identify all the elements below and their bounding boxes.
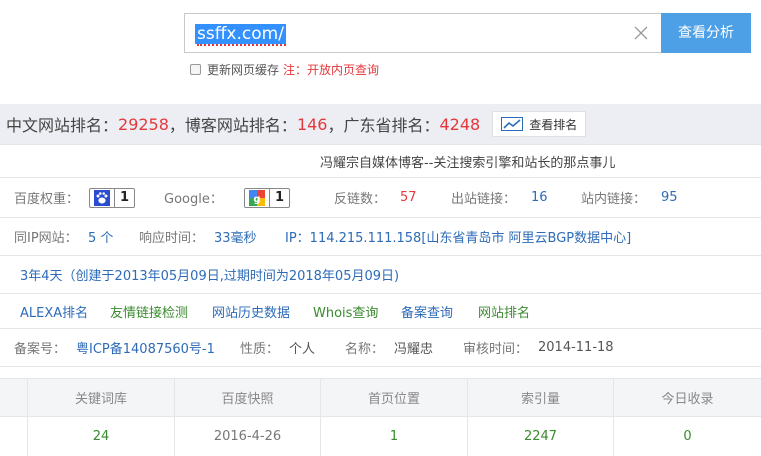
search-input-value[interactable]: ssffx.com/ — [195, 24, 286, 46]
cn-rank-value: 29258 — [118, 114, 169, 134]
table-header-keywords: 关键词库 — [28, 379, 175, 416]
owner-name-value: 冯耀忠 — [394, 342, 434, 357]
owner-name-label: 名称： — [345, 342, 385, 357]
outlinks-label: 出站链接： — [451, 192, 517, 207]
domain-age[interactable]: 3年4天（创建于2013年05月09日,过期时间为2018年05月09日) — [20, 265, 399, 284]
update-cache-label[interactable]: 更新网页缓存 — [207, 61, 279, 78]
gd-rank-label: ，广东省排名： — [327, 116, 440, 135]
table-header-spacer — [0, 379, 28, 416]
table-cell-keywords[interactable]: 24 — [28, 417, 175, 456]
search-input[interactable]: ssffx.com/ — [184, 13, 662, 53]
link-history[interactable]: 网站历史数据 — [212, 302, 290, 321]
clear-icon[interactable] — [632, 24, 650, 42]
baidu-weight-badge[interactable]: 1 — [89, 187, 135, 208]
nature-value: 个人 — [289, 342, 316, 357]
server-row: 同IP网站： 5 个 响应时间： 33毫秒 IP：114.215.111.158… — [0, 218, 761, 256]
cache-row: 更新网页缓存 注：开放内页查询 — [190, 60, 379, 78]
table-cell-today[interactable]: 0 — [614, 417, 761, 456]
audit-time-value: 2014-11-18 — [538, 340, 614, 355]
link-alexa-rank[interactable]: ALEXA排名 — [20, 302, 88, 321]
trend-chart-icon — [501, 117, 524, 131]
ranking-bar: 中文网站排名： 29258 ，博客网站排名： 146 ，广东省排名： 4248 … — [0, 104, 761, 144]
google-pr-value: 1 — [269, 188, 289, 207]
inlinks-label: 站内链接： — [581, 192, 647, 207]
view-rank-label: 查看排名 — [529, 117, 578, 132]
table-row-spacer — [0, 417, 28, 456]
analyze-button[interactable]: 查看分析 — [661, 13, 751, 53]
gd-rank-value: 4248 — [439, 114, 481, 134]
baidu-weight-label: 百度权重： — [14, 192, 80, 207]
site-title-row: 冯耀宗自媒体博客--关注搜索引擎和站长的那点事儿 — [0, 144, 761, 178]
nature-label: 性质： — [240, 342, 280, 357]
response-time-value: 33毫秒 — [214, 231, 257, 246]
audit-time-label: 审核时间： — [463, 342, 529, 357]
link-icp-query[interactable]: 备案查询 — [401, 302, 453, 321]
baidu-paw-icon — [90, 189, 114, 207]
table-header-index: 索引量 — [468, 379, 614, 416]
svg-text:g: g — [253, 194, 260, 205]
domain-age-row: 3年4天（创建于2013年05月09日,过期时间为2018年05月09日) — [0, 256, 761, 294]
inner-page-note: 注：开放内页查询 — [283, 62, 380, 77]
same-ip-value[interactable]: 5 个 — [88, 227, 113, 246]
table-header-snapshot: 百度快照 — [175, 379, 321, 416]
weights-row: 百度权重： 1 Google： g 1 反链数： 57 出站链接： 16 站内链… — [0, 178, 761, 218]
link-whois[interactable]: Whois查询 — [313, 302, 378, 321]
google-label: Google： — [164, 192, 223, 207]
table-header-home-position: 首页位置 — [321, 379, 468, 416]
site-title: 冯耀宗自媒体博客--关注搜索引擎和站长的那点事儿 — [320, 155, 616, 171]
same-ip-label: 同IP网站： — [14, 231, 78, 246]
table-cell-index[interactable]: 2247 — [468, 417, 614, 456]
link-site-rank[interactable]: 网站排名 — [478, 302, 530, 321]
blog-rank-label: ，博客网站排名： — [168, 116, 297, 135]
ip-address[interactable]: IP：114.215.111.158[山东省青岛市 阿里云BGP数据中心] — [285, 227, 631, 246]
update-cache-checkbox[interactable] — [190, 63, 201, 75]
response-time-label: 响应时间： — [139, 231, 205, 246]
google-icon: g — [245, 189, 269, 207]
outlinks-value[interactable]: 16 — [531, 190, 548, 205]
inlinks-value[interactable]: 95 — [661, 190, 678, 205]
table-cell-home-position[interactable]: 1 — [321, 417, 468, 456]
cn-rank-label: 中文网站排名： — [6, 116, 119, 135]
backlinks-value[interactable]: 57 — [400, 190, 417, 205]
link-friend-check[interactable]: 友情链接检测 — [110, 302, 188, 321]
table-cell-snapshot: 2016-4-26 — [175, 417, 321, 456]
tools-links-row: ALEXA排名 友情链接检测 网站历史数据 Whois查询 备案查询 网站排名 — [0, 294, 761, 329]
backlinks-label: 反链数： — [334, 192, 387, 207]
table-header-row: 关键词库 百度快照 首页位置 索引量 今日收录 — [0, 379, 761, 417]
search-area: ssffx.com/ 查看分析 — [184, 13, 751, 53]
google-pr-badge[interactable]: g 1 — [244, 187, 290, 208]
view-rank-button[interactable]: 查看排名 — [492, 111, 587, 137]
icp-row: 备案号： 粤ICP备14087560号-1 性质： 个人 名称： 冯耀忠 审核时… — [0, 329, 761, 367]
table-header-today: 今日收录 — [661, 392, 714, 407]
baidu-weight-value: 1 — [114, 188, 134, 207]
table-row: 24 2016-4-26 1 2247 0 — [0, 417, 761, 456]
icp-value[interactable]: 粤ICP备14087560号-1 — [76, 338, 215, 357]
blog-rank-value: 146 — [296, 114, 328, 134]
stats-table: 关键词库 百度快照 首页位置 索引量 今日收录 24 2016-4-26 1 2… — [0, 378, 761, 456]
icp-label: 备案号： — [14, 342, 67, 357]
